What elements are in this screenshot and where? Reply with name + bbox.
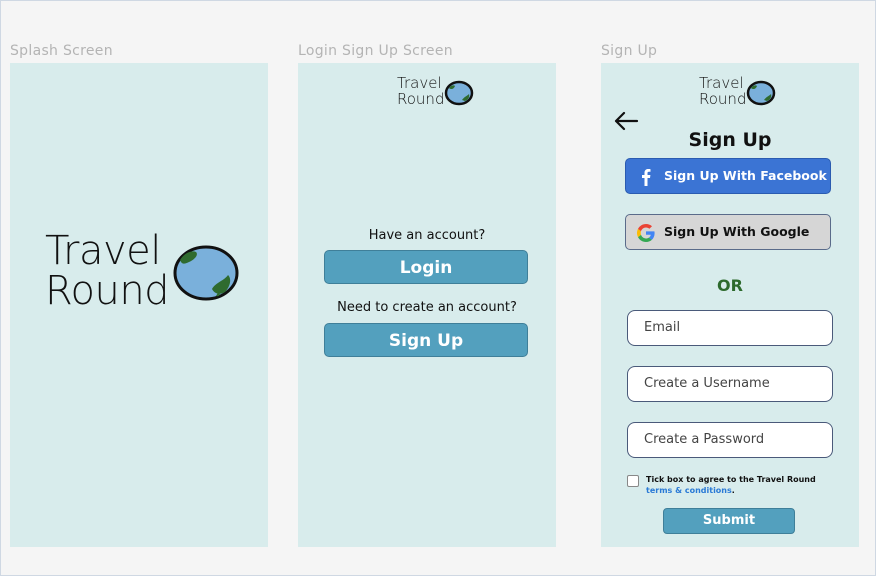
travel-round-logo: Travel Round	[397, 75, 487, 109]
back-arrow-icon[interactable]	[613, 111, 639, 131]
facebook-button-label: Sign Up With Facebook	[664, 168, 827, 183]
google-icon	[637, 224, 655, 242]
terms-line-2: terms & conditions.	[646, 485, 816, 496]
or-divider: OR	[717, 276, 743, 295]
signup-screen-frame: Travel Round Sign Up Sign Up With Facebo…	[601, 63, 859, 547]
signup-button[interactable]: Sign Up	[324, 323, 528, 357]
password-field[interactable]: Create a Password	[627, 422, 833, 458]
logo-line-1: Travel	[397, 74, 442, 92]
login-screen-label: Login Sign Up Screen	[298, 43, 453, 59]
login-signup-screen-frame: Travel Round Have an account? Login Need…	[298, 63, 556, 547]
have-account-text: Have an account?	[368, 228, 486, 243]
travel-round-logo: Travel Round	[699, 75, 789, 109]
logo-line-2: Round	[699, 90, 747, 108]
splash-screen-frame: Travel Round	[10, 63, 268, 547]
submit-button[interactable]: Submit	[663, 508, 795, 534]
logo-line-1: Travel	[45, 228, 161, 274]
terms-checkbox[interactable]	[627, 475, 639, 487]
email-field[interactable]: Email	[627, 310, 833, 346]
travel-round-logo: Travel Round	[45, 231, 245, 311]
need-account-text: Need to create an account?	[337, 300, 517, 315]
logo-text: Travel Round	[45, 228, 170, 314]
splash-screen-label: Splash Screen	[10, 43, 113, 59]
logo-text: Travel Round	[397, 75, 444, 107]
signup-screen-label: Sign Up	[601, 43, 658, 59]
username-field[interactable]: Create a Username	[627, 366, 833, 402]
facebook-signup-button[interactable]: Sign Up With Facebook	[625, 158, 831, 194]
globe-icon	[444, 80, 474, 106]
terms-text: Tick box to agree to the Travel Round te…	[646, 474, 816, 496]
terms-label: Tick box to agree to the Travel Round	[646, 475, 816, 484]
logo-line-2: Round	[45, 268, 170, 314]
login-button[interactable]: Login	[324, 250, 528, 284]
logo-line-1: Travel	[699, 74, 744, 92]
logo-line-2: Round	[397, 90, 445, 108]
facebook-icon	[642, 169, 651, 186]
globe-icon	[173, 245, 239, 301]
google-button-label: Sign Up With Google	[664, 224, 810, 239]
terms-period: .	[731, 486, 735, 495]
signup-title: Sign Up	[688, 129, 772, 151]
google-signup-button[interactable]: Sign Up With Google	[625, 214, 831, 250]
terms-link[interactable]: terms & conditions	[646, 486, 732, 495]
globe-icon	[746, 80, 776, 106]
logo-text: Travel Round	[699, 75, 746, 107]
